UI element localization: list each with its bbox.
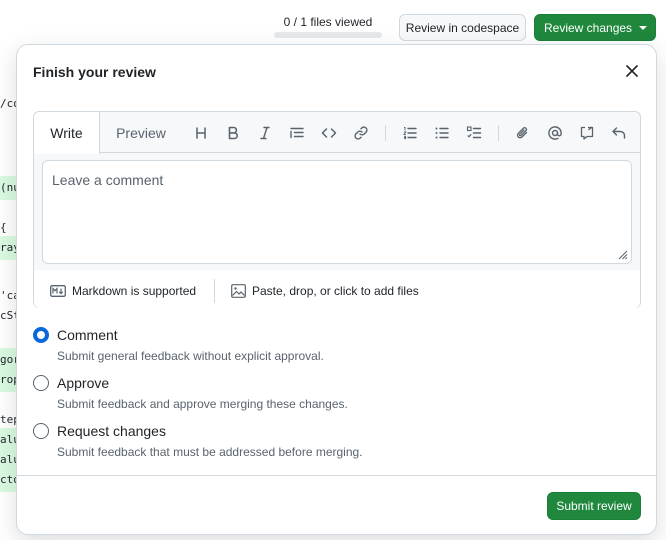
markdown-supported-link[interactable]: Markdown is supported	[50, 281, 196, 301]
finish-review-dialog: Finish your review Write Preview Leave a…	[16, 44, 657, 535]
italic-icon	[260, 126, 270, 140]
unordered-list-icon	[435, 127, 449, 139]
option-label: Request changes	[57, 423, 166, 439]
undo-button[interactable]	[608, 122, 630, 144]
bold-button[interactable]	[222, 122, 244, 144]
close-icon	[626, 65, 638, 77]
submit-review-button[interactable]: Submit review	[547, 492, 641, 520]
undo-icon	[612, 127, 626, 139]
add-files-button[interactable]: Paste, drop, or click to add files	[231, 281, 419, 301]
code-line: ray	[0, 236, 16, 260]
background-diff: /co(nu{ray'cacStgorroptepalualucto	[0, 44, 16, 540]
reference-button[interactable]	[576, 122, 598, 144]
tab-preview[interactable]: Preview	[104, 112, 178, 154]
option-description: Submit feedback that must be addressed b…	[57, 445, 363, 459]
reference-icon	[580, 126, 594, 140]
link-button[interactable]	[350, 122, 372, 144]
resize-grip-icon[interactable]	[616, 248, 628, 260]
task-list-icon	[466, 126, 482, 139]
option-description: Submit general feedback without explicit…	[57, 349, 324, 363]
toolbar-divider	[498, 125, 499, 141]
code-line: (nu	[0, 176, 16, 200]
mention-button[interactable]	[544, 122, 566, 144]
files-viewed-count: 0 / 1 files viewed	[283, 15, 373, 29]
editor-footer: Markdown is supported Paste, drop, or cl…	[34, 270, 640, 308]
code-line: rop	[0, 368, 16, 392]
heading-button[interactable]	[190, 122, 212, 144]
unordered-list-button[interactable]	[431, 122, 453, 144]
italic-button[interactable]	[254, 122, 276, 144]
radio-approve[interactable]	[33, 375, 49, 391]
tab-write[interactable]: Write	[34, 112, 100, 154]
comment-editor: Write Preview Leave a comment Markdown i…	[33, 111, 641, 308]
pr-files-toolbar: 0 / 1 files viewed Review in codespace R…	[0, 0, 666, 44]
close-dialog-button[interactable]	[622, 61, 642, 81]
caret-down-icon	[639, 26, 647, 30]
mention-icon	[548, 126, 562, 140]
ordered-list-button[interactable]	[399, 122, 421, 144]
code-button[interactable]	[318, 122, 340, 144]
review-changes-button[interactable]: Review changes	[534, 14, 656, 41]
code-line: /co	[0, 92, 16, 116]
heading-icon	[196, 127, 206, 139]
radio-request-changes[interactable]	[33, 423, 49, 439]
option-label: Approve	[57, 375, 110, 391]
quote-button[interactable]	[286, 122, 308, 144]
radio-comment[interactable]	[33, 327, 49, 343]
task-list-button[interactable]	[463, 122, 485, 144]
ordered-list-icon	[403, 127, 417, 140]
option-description: Submit feedback and approve merging thes…	[57, 397, 348, 411]
add-files-label: Paste, drop, or click to add files	[252, 284, 419, 298]
dialog-header: Finish your review	[17, 45, 656, 97]
markdown-icon	[50, 285, 66, 297]
link-icon	[354, 126, 368, 140]
dialog-title: Finish your review	[33, 64, 156, 80]
attach-button[interactable]	[512, 122, 534, 144]
comment-input[interactable]	[42, 160, 632, 264]
code-icon	[321, 128, 337, 138]
files-viewed-progress	[274, 32, 382, 38]
markdown-supported-label: Markdown is supported	[72, 284, 197, 298]
editor-tabs: Write Preview	[34, 112, 640, 154]
code-line: cto	[0, 468, 16, 492]
review-changes-label: Review changes	[544, 20, 633, 35]
quote-icon	[290, 127, 304, 139]
image-icon	[231, 284, 246, 298]
dialog-footer: Submit review	[17, 475, 656, 535]
bold-icon	[228, 126, 238, 140]
option-label: Comment	[57, 327, 118, 343]
code-line: cSt	[0, 304, 16, 328]
review-in-codespace-button[interactable]: Review in codespace	[399, 14, 526, 41]
toolbar-divider	[385, 125, 386, 141]
attach-icon	[516, 127, 528, 139]
footer-divider	[214, 279, 215, 303]
